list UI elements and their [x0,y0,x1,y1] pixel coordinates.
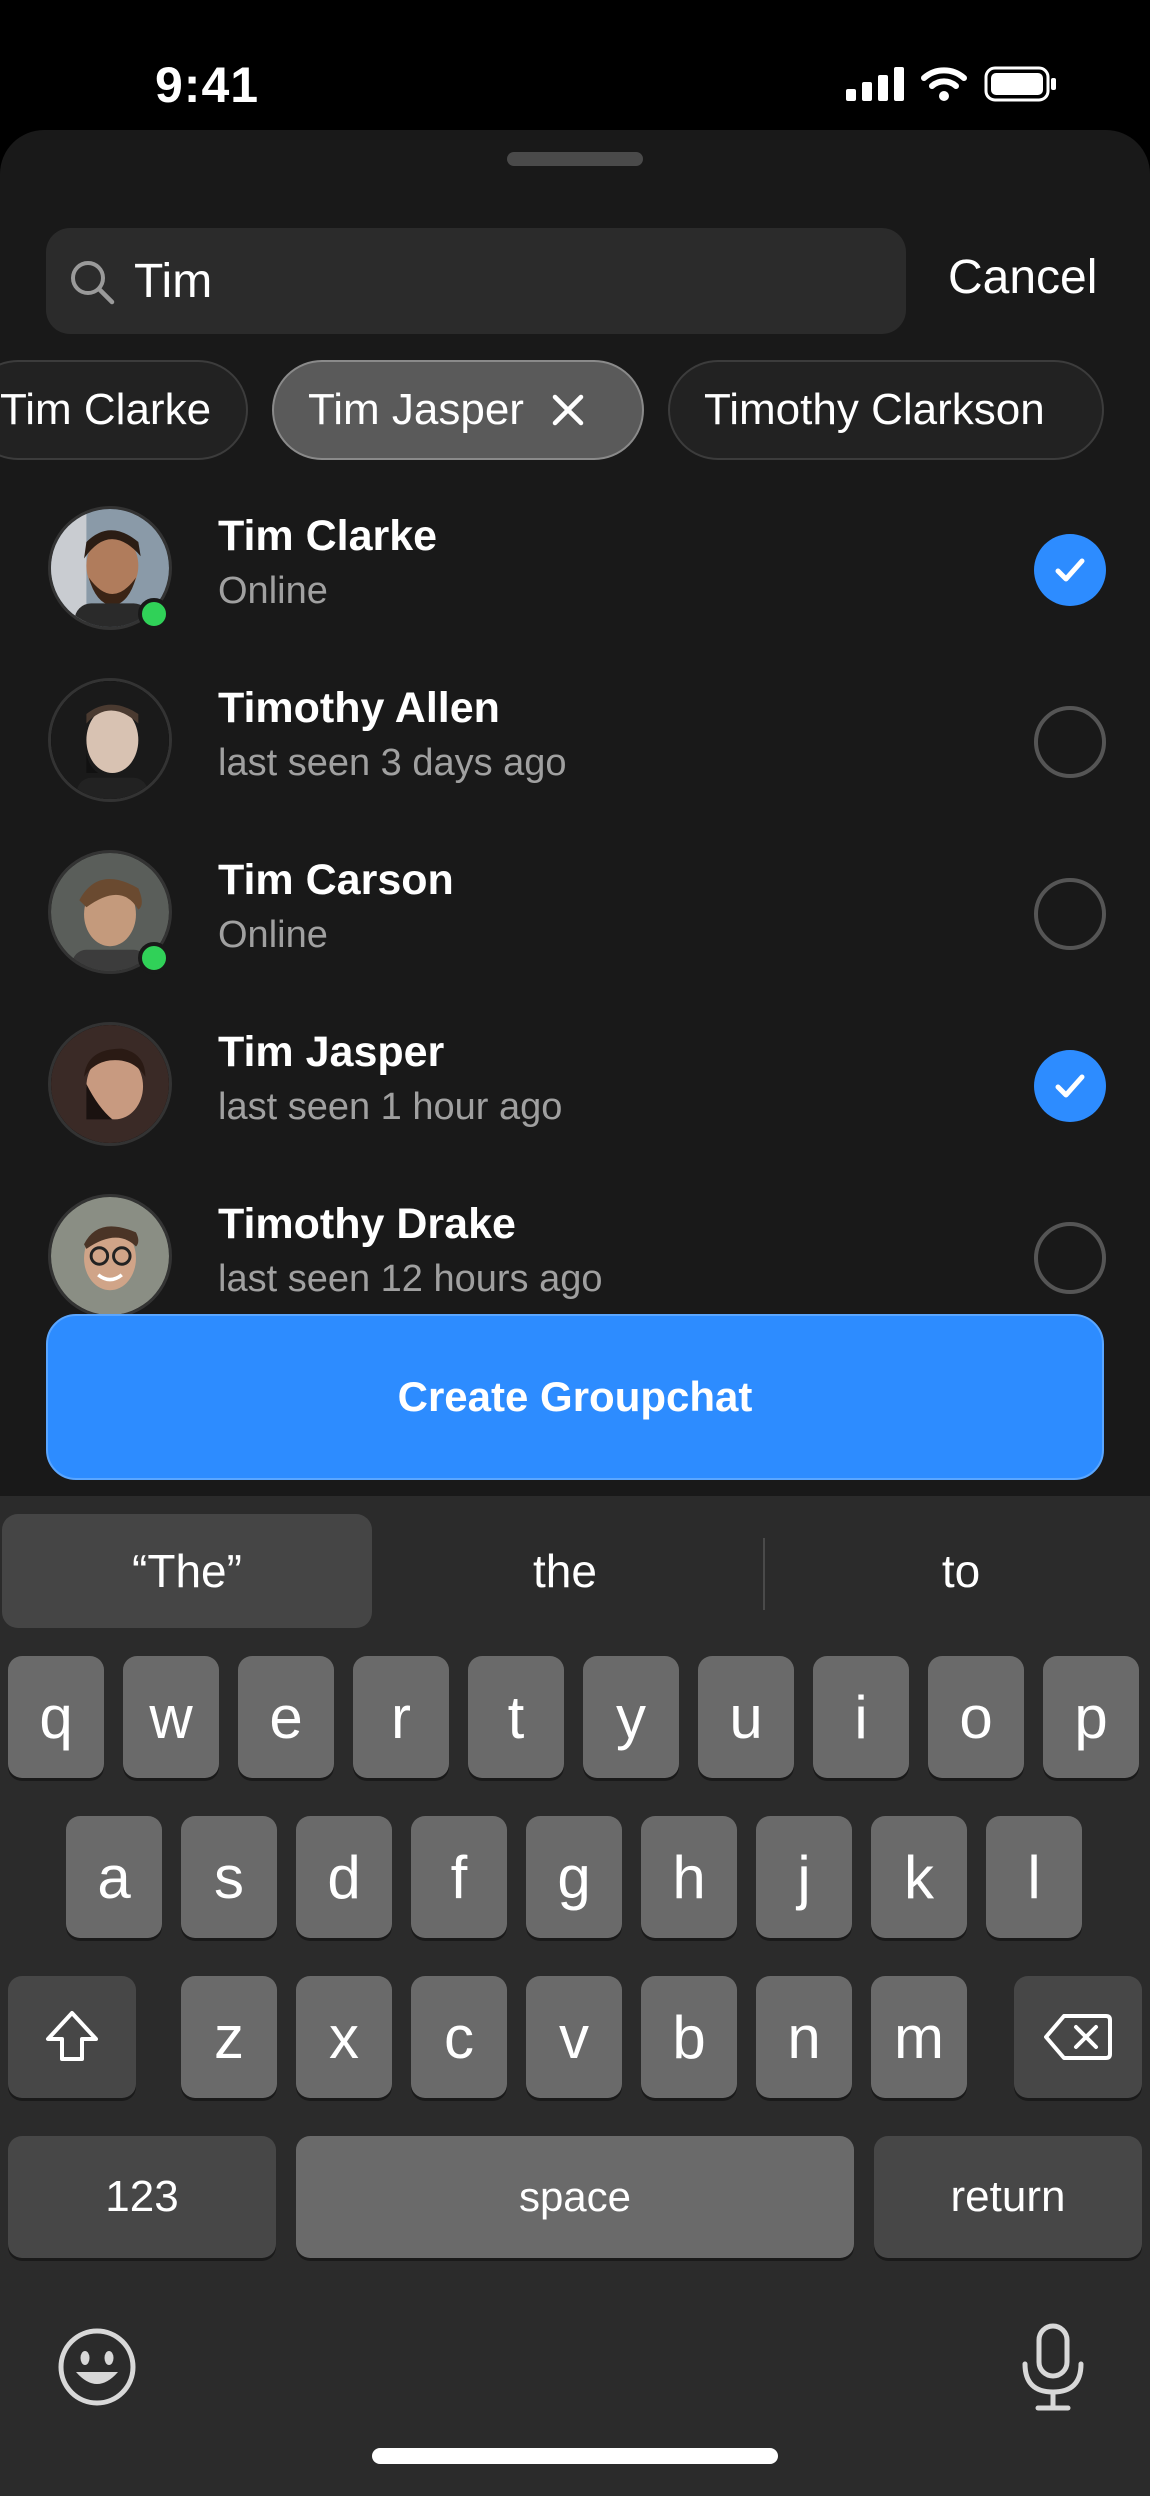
cancel-button[interactable]: Cancel [948,250,1097,305]
checkbox-unchecked[interactable] [1034,706,1106,778]
key[interactable]: j [756,1816,852,1938]
numbers-key[interactable]: 123 [8,2136,276,2258]
key[interactable]: g [526,1816,622,1938]
key[interactable]: l [986,1816,1082,1938]
chip-timothy-clarkson[interactable]: Timothy Clarkson [668,360,1104,460]
return-key[interactable]: return [874,2136,1142,2258]
contact-row-timothy-allen[interactable]: Timothy Allen last seen 3 days ago [0,654,1150,826]
checkbox-unchecked[interactable] [1034,878,1106,950]
contact-status: last seen 3 days ago [218,742,567,784]
space-key[interactable]: space [296,2136,854,2258]
key[interactable]: q [8,1656,104,1778]
contact-name: Tim Jasper [218,1028,445,1076]
search-icon [68,258,116,311]
key[interactable]: t [468,1656,564,1778]
key[interactable]: v [526,1976,622,2098]
key[interactable]: h [641,1816,737,1938]
key[interactable]: a [66,1816,162,1938]
search-input[interactable] [134,242,874,320]
chip-label: Tim Jasper [308,385,524,434]
dictation-key[interactable] [1010,2322,1096,2414]
key[interactable]: w [123,1656,219,1778]
contact-row-tim-carson[interactable]: Tim Carson Online [0,826,1150,998]
checkmark-icon [1055,558,1085,582]
emoji-icon [58,2328,136,2406]
sheet-grabber[interactable] [507,152,643,166]
suggestion-item[interactable]: to [776,1514,1146,1628]
key[interactable]: s [181,1816,277,1938]
search-bar[interactable] [46,228,906,334]
contact-name: Tim Clarke [218,512,438,560]
online-indicator [138,598,170,630]
contact-name: Timothy Drake [218,1200,516,1248]
key[interactable]: i [813,1656,909,1778]
key[interactable]: e [238,1656,334,1778]
avatar [48,1022,172,1146]
key[interactable]: n [756,1976,852,2098]
key[interactable]: b [641,1976,737,2098]
status-icons [846,66,1058,102]
checkbox-unchecked[interactable] [1034,1222,1106,1294]
contact-status: Online [218,914,328,956]
key[interactable]: r [353,1656,449,1778]
avatar [48,1194,172,1318]
contact-row-tim-clarke[interactable]: Tim Clarke Online [0,482,1150,654]
contact-status: Online [218,570,328,612]
contact-name: Timothy Allen [218,684,500,732]
key[interactable]: x [296,1976,392,2098]
key[interactable]: k [871,1816,967,1938]
suggestion-bar: “The” the to [0,1514,1150,1630]
close-icon[interactable] [550,392,586,428]
key[interactable]: u [698,1656,794,1778]
avatar [48,678,172,802]
backspace-icon [1044,2014,1112,2060]
suggestion-item[interactable]: “The” [2,1514,372,1628]
delete-key[interactable] [1014,1976,1142,2098]
emoji-key[interactable] [56,2326,138,2408]
chip-tim-jasper[interactable]: Tim Jasper [272,360,644,460]
key[interactable]: o [928,1656,1024,1778]
shift-key[interactable] [8,1976,136,2098]
chip-label: Timothy Clarkson [704,385,1045,434]
suggestion-divider [763,1538,765,1610]
contact-status: last seen 1 hour ago [218,1086,563,1128]
key[interactable]: p [1043,1656,1139,1778]
key[interactable]: m [871,1976,967,2098]
wifi-icon [921,67,967,101]
home-indicator[interactable] [372,2448,778,2464]
contact-name: Tim Carson [218,856,454,904]
suggestion-item[interactable]: the [380,1514,750,1628]
battery-icon [984,66,1056,102]
shift-icon [46,2011,98,2061]
cellular-signal-icon [846,67,904,101]
contact-status: last seen 12 hours ago [218,1258,603,1300]
checkbox-checked[interactable] [1034,534,1106,606]
selected-chips-row: Tim Clarke Tim Jasper Timothy Clarkson [0,360,1150,464]
create-groupchat-button[interactable]: Create Groupchat [46,1314,1104,1480]
chip-tim-clarke[interactable]: Tim Clarke [0,360,248,460]
online-indicator [138,942,170,974]
key[interactable]: d [296,1816,392,1938]
status-bar: 9:41 [0,0,1150,130]
key[interactable]: c [411,1976,507,2098]
microphone-icon [1022,2323,1084,2411]
chip-label: Tim Clarke [0,385,212,434]
status-time: 9:41 [155,57,260,113]
key[interactable]: f [411,1816,507,1938]
contact-row-tim-jasper[interactable]: Tim Jasper last seen 1 hour ago [0,998,1150,1170]
checkbox-checked[interactable] [1034,1050,1106,1122]
checkmark-icon [1055,1074,1085,1098]
keyboard: “The” the to q w e r t y u i o p a s d f… [0,1496,1150,2496]
key[interactable]: y [583,1656,679,1778]
key[interactable]: z [181,1976,277,2098]
